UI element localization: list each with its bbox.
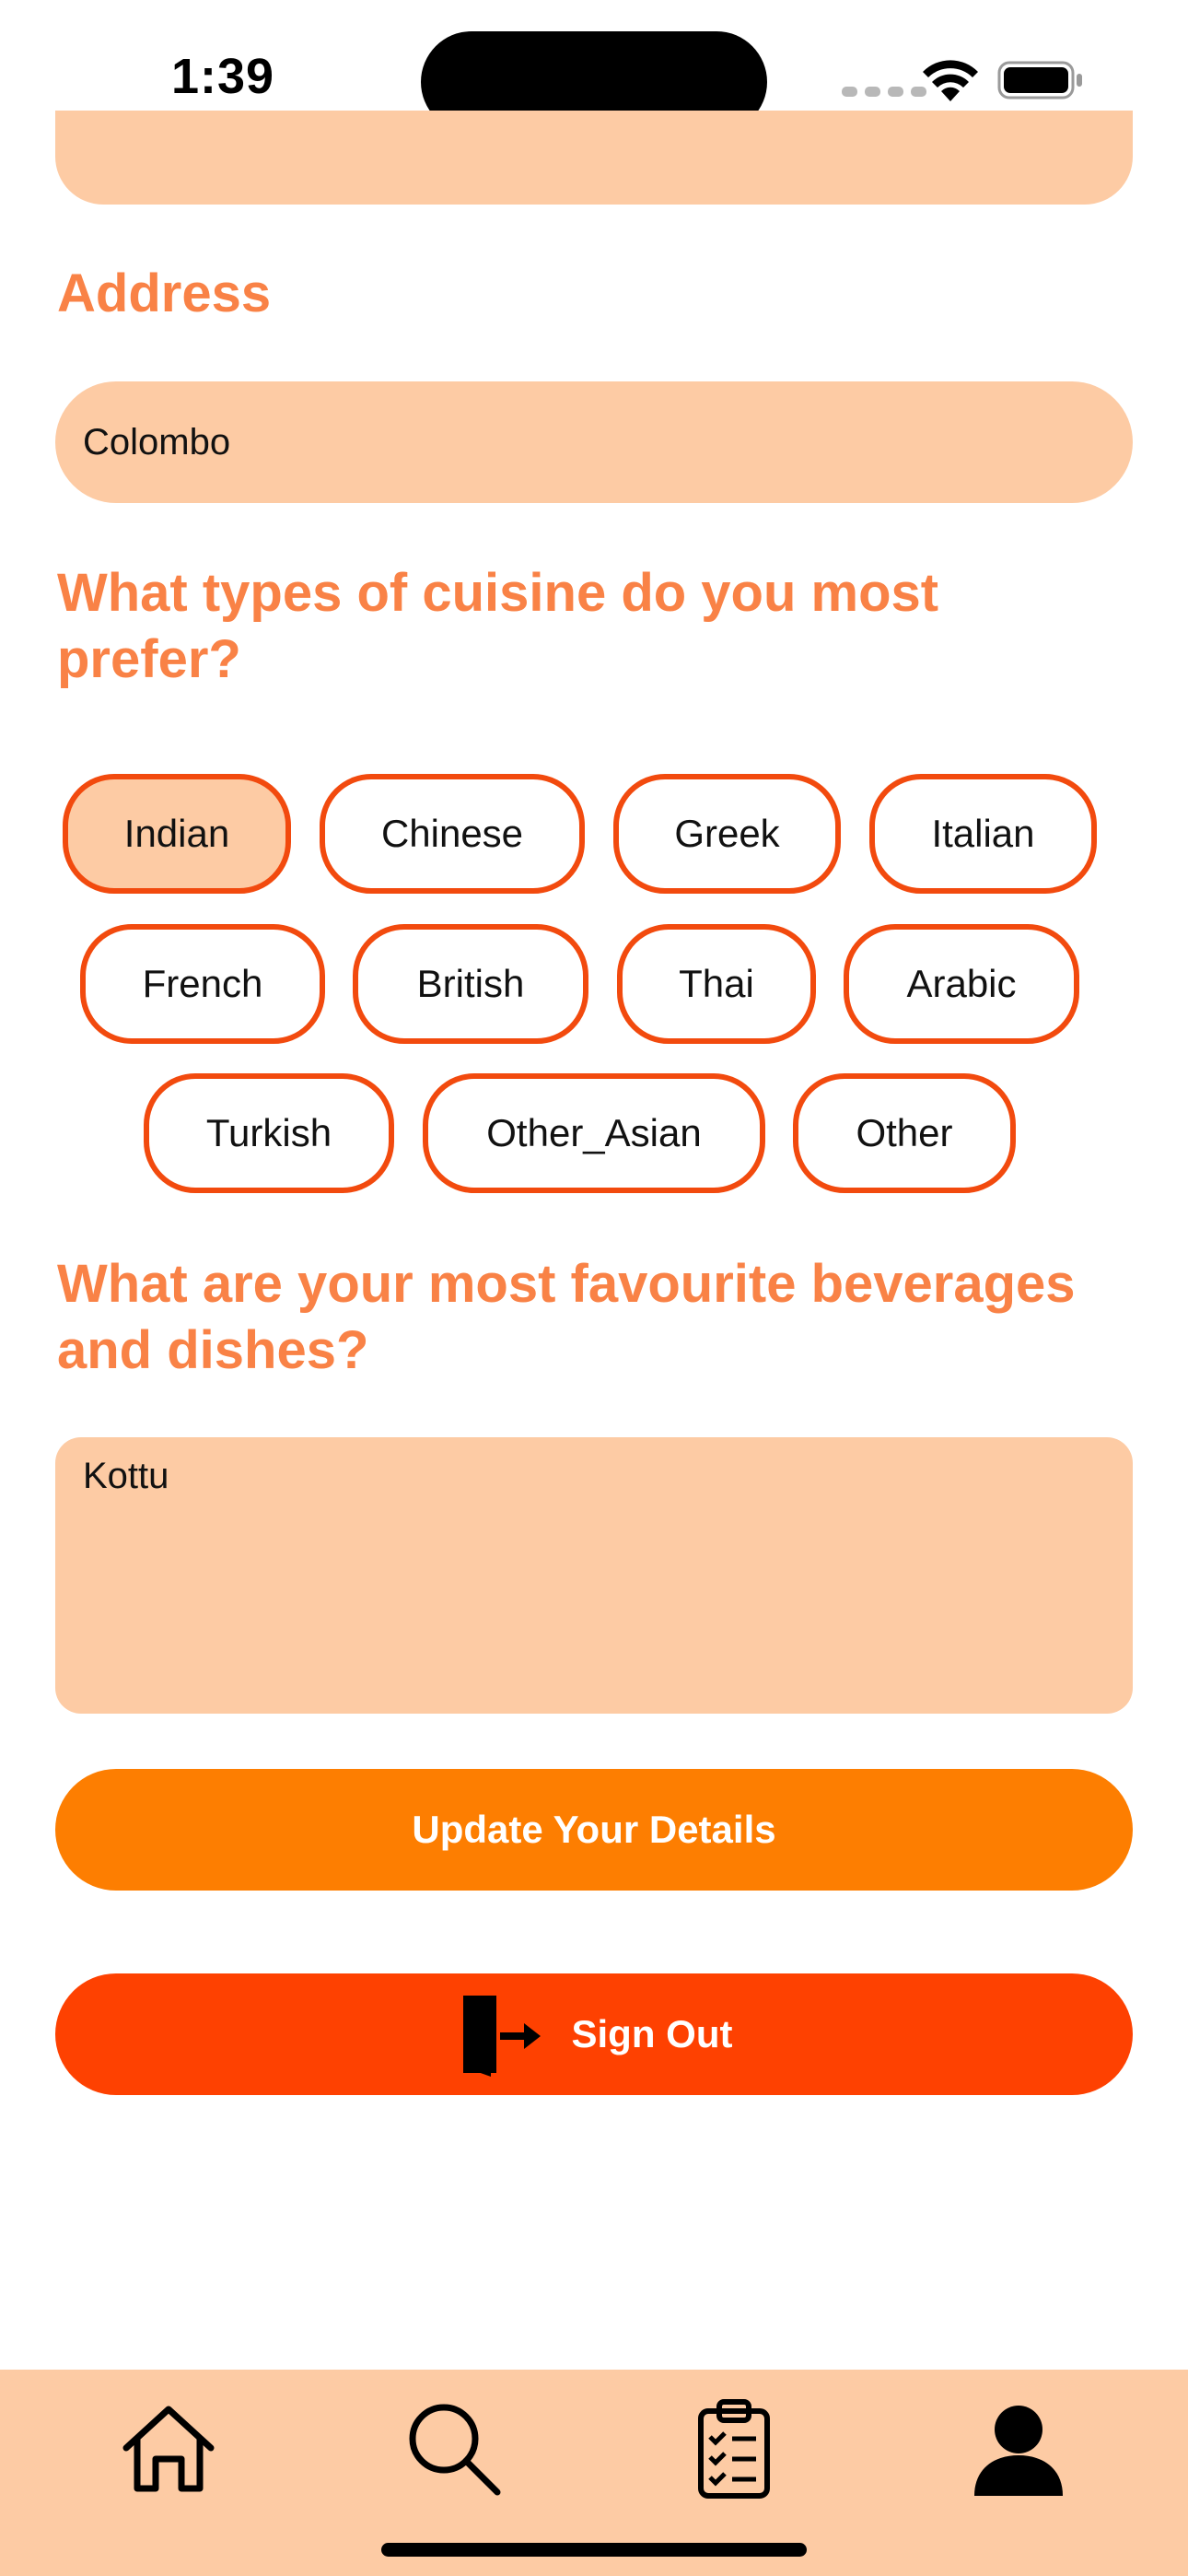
favourites-textarea[interactable]: Kottu [55,1437,1133,1714]
battery-icon [997,61,1082,100]
search-icon [409,2404,501,2496]
previous-field-input[interactable] [55,111,1133,205]
address-label: Address [57,263,272,323]
cuisine-chip-turkish[interactable]: Turkish [144,1073,394,1193]
cellular-signal-icon [842,87,926,97]
wifi-icon [923,60,978,101]
tab-profile[interactable] [963,2388,1074,2508]
cuisine-chip-indian[interactable]: Indian [63,774,291,894]
cuisine-chip-other[interactable]: Other [793,1073,1016,1193]
update-details-label: Update Your Details [412,1808,776,1851]
sign-out-button[interactable]: Sign Out [55,1973,1133,2095]
tab-home[interactable] [113,2388,224,2508]
tab-search[interactable] [398,2388,508,2508]
clipboard-checklist-icon [698,2399,770,2499]
cuisine-question: What types of cuisine do you most prefer… [57,563,939,689]
cuisine-chip-french[interactable]: French [80,924,325,1044]
cuisine-chip-other-asian[interactable]: Other_Asian [423,1073,765,1193]
cuisine-chip-chinese[interactable]: Chinese [320,774,585,894]
cuisine-chip-italian[interactable]: Italian [869,774,1097,894]
tab-orders[interactable] [679,2388,789,2508]
cuisine-chip-greek[interactable]: Greek [613,774,841,894]
address-input[interactable]: Colombo [55,381,1133,503]
update-details-button[interactable]: Update Your Details [55,1769,1133,1891]
cuisine-chip-thai[interactable]: Thai [617,924,816,1044]
favourites-question: What are your most favourite beverages a… [57,1254,1076,1380]
cuisine-chip-british[interactable]: British [353,924,588,1044]
status-time: 1:39 [171,49,275,104]
home-icon [122,2406,215,2492]
sign-out-door-icon [462,1996,541,2077]
sign-out-label: Sign Out [571,2012,733,2055]
person-icon [974,2406,1063,2496]
home-indicator[interactable] [381,2543,807,2557]
cuisine-chip-arabic[interactable]: Arabic [844,924,1079,1044]
